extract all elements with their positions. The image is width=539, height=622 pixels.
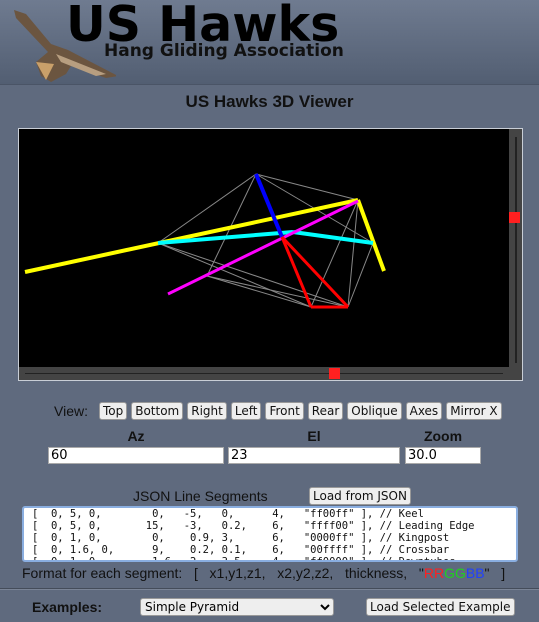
format-close: ] — [501, 565, 506, 581]
horizontal-slider-thumb[interactable] — [328, 368, 340, 379]
keel-segment — [167, 199, 359, 296]
wire-segment — [347, 242, 374, 308]
view-left-button[interactable]: Left — [230, 402, 262, 420]
divider — [0, 588, 539, 590]
wire-segment — [206, 275, 349, 308]
page-title: US Hawks 3D Viewer — [185, 92, 354, 111]
view-bottom-button[interactable]: Bottom — [131, 402, 184, 420]
examples-select[interactable]: Simple Pyramid — [140, 598, 334, 616]
axes-button[interactable]: Axes — [405, 402, 443, 420]
horizontal-slider-track[interactable] — [25, 373, 503, 374]
view-top-button[interactable]: Top — [98, 402, 128, 420]
view-label: View: — [54, 403, 88, 419]
az-label: Az — [127, 428, 145, 444]
kingpost-segment — [254, 173, 284, 238]
format-gg: GG — [444, 565, 466, 581]
el-label: El — [307, 428, 321, 444]
json-label: JSON Line Segments — [133, 488, 268, 504]
leading-edge-segment — [356, 199, 386, 272]
downtube-segment — [280, 235, 350, 309]
json-segments-textarea[interactable]: [ 0, 5, 0, 0, -5, 0, 4, "ff00ff" ], // K… — [22, 506, 518, 562]
crossbar-segment — [292, 230, 374, 245]
format-bb: BB — [465, 565, 485, 581]
wire-segment — [206, 275, 312, 308]
wire-segment — [255, 173, 359, 201]
az-input[interactable] — [48, 447, 224, 464]
mirror-x-button[interactable]: Mirror X — [446, 402, 502, 420]
view-right-button[interactable]: Right — [187, 402, 227, 420]
load-selected-example-button[interactable]: Load Selected Example — [366, 598, 515, 616]
format-thickness: thickness, — [344, 565, 408, 581]
3d-viewer — [18, 128, 523, 381]
view-toolbar: View: Top Bottom Right Left Front Rear O… — [54, 402, 502, 420]
logo-subtitle: Hang Gliding Association — [104, 41, 344, 61]
3d-canvas[interactable] — [19, 129, 509, 367]
view-front-button[interactable]: Front — [265, 402, 304, 420]
format-hint: Format for each segment: [ x1,y1,z1, x2,… — [22, 565, 505, 581]
site-header: US Hawks Hang Gliding Association — [0, 0, 539, 85]
format-p1: x1,y1,z1, — [209, 565, 266, 581]
view-oblique-button[interactable]: Oblique — [347, 402, 402, 420]
format-label: Format for each segment: — [22, 565, 183, 581]
load-from-json-button[interactable]: Load from JSON — [309, 487, 411, 505]
format-p2: x2,y2,z2, — [277, 565, 334, 581]
el-input[interactable] — [228, 447, 400, 464]
zoom-input[interactable] — [405, 447, 481, 464]
wire-segment — [347, 199, 359, 308]
zoom-label: Zoom — [423, 428, 463, 444]
format-rr: RR — [423, 565, 445, 581]
view-rear-button[interactable]: Rear — [307, 402, 344, 420]
vertical-slider-thumb[interactable] — [509, 212, 520, 224]
format-open: [ — [193, 565, 198, 581]
vertical-slider-track[interactable] — [515, 137, 517, 363]
examples-label: Examples: — [32, 599, 103, 615]
format-quote: " — [484, 565, 490, 581]
